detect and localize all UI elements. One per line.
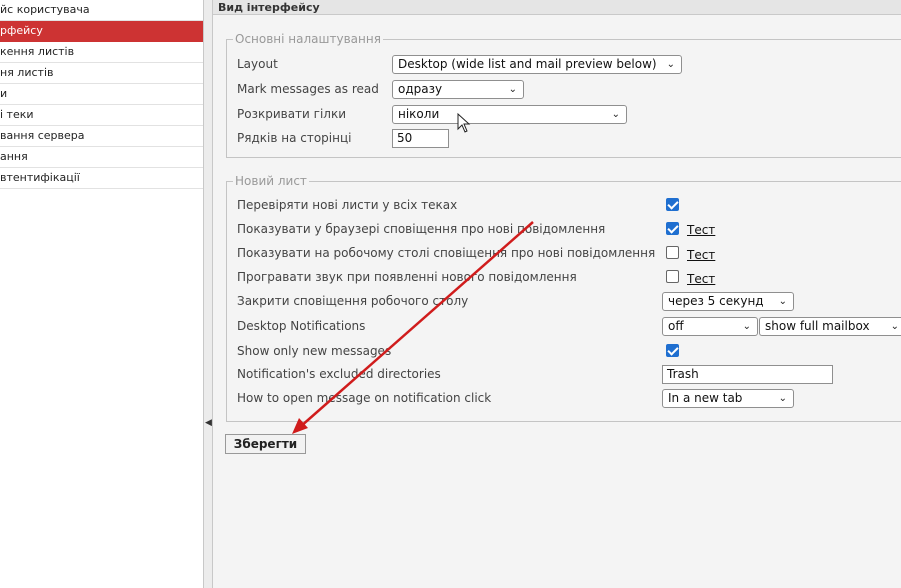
panel-splitter[interactable]: ◀ [204,0,213,588]
sidebar-item-interface[interactable]: рфейсу [0,21,203,42]
check-all-folders-checkbox[interactable] [666,198,679,211]
show-only-new-label: Show only new messages [237,344,392,358]
close-notify-label: Закрити сповіщення робочого столу [237,294,469,308]
open-on-click-label: How to open message on notification clic… [237,391,492,405]
sidebar-item-label: втентифікації [0,171,80,184]
desktop-notify-checkbox[interactable] [666,246,679,259]
sidebar-item-message-view[interactable]: кення листів [0,42,203,63]
desktop-notify-label: Показувати на робочому столі сповіщення … [237,246,656,260]
mark-read-select-value: одразу [398,82,443,96]
chevron-down-icon: ⌄ [778,296,787,307]
sidebar-item-label: ня листів [0,66,54,79]
save-button[interactable]: Зберегти [225,434,306,454]
chevron-down-icon: ⌄ [742,321,751,332]
sidebar-item-label: кення листів [0,45,75,58]
check-all-folders-label: Перевіряти нові листи у всіх теках [237,198,458,212]
open-on-click-select[interactable]: In a new tab ⌄ [662,389,794,408]
desktop-notifications-mode-select[interactable]: show full mailbox ⌄ [759,317,901,336]
mark-read-select[interactable]: одразу ⌄ [392,80,524,99]
sidebar-item-label: йс користувача [0,3,90,16]
chevron-down-icon: ⌄ [890,321,899,332]
excluded-dirs-label: Notification's excluded directories [237,367,441,381]
browser-notify-checkbox[interactable] [666,222,679,235]
sidebar-item-label: и [0,87,8,100]
chevron-down-icon: ⌄ [666,59,675,70]
show-only-new-checkbox[interactable] [666,344,679,357]
close-notify-select-value: через 5 секунд [668,294,764,308]
sidebar-item-label: ання [0,150,28,163]
close-notify-select[interactable]: через 5 секунд ⌄ [662,292,794,311]
sidebar-item-compose[interactable]: ня листів [0,63,203,84]
expand-threads-label: Розкривати гілки [237,107,347,121]
sidebar-item-label: вання сервера [0,129,85,142]
layout-select-value: Desktop (wide list and mail preview belo… [398,57,657,71]
preferences-frame: Вид інтерфейсу Основні налаштування Layo… [213,0,901,588]
desktop-notifications-select-value: off [668,319,684,333]
sound-label: Програвати звук при появленні нового пов… [237,270,577,284]
page-title: Вид інтерфейсу [213,0,901,15]
new-mail-legend: Новий лист [235,174,307,188]
open-on-click-select-value: In a new tab [668,391,743,405]
expand-threads-select[interactable]: ніколи ⌄ [392,105,627,124]
sound-test-link[interactable]: Тест [687,272,715,286]
sidebar-item-user-identity[interactable]: йс користувача [0,0,203,21]
browser-notify-test-link[interactable]: Тест [687,223,715,237]
chevron-down-icon: ⌄ [611,109,620,120]
settings-sidebar: йс користувача рфейсу кення листів ня ли… [0,0,204,588]
sidebar-item-label: рфейсу [0,24,43,37]
mark-read-label: Mark messages as read [237,82,379,96]
sidebar-item-contacts[interactable]: и [0,84,203,105]
sidebar-item-encryption[interactable]: ання [0,147,203,168]
chevron-down-icon: ⌄ [508,84,517,95]
splitter-grip-icon: ◀ [205,418,212,428]
desktop-notifications-mode-value: show full mailbox [765,319,870,333]
sound-checkbox[interactable] [666,270,679,283]
desktop-notifications-select[interactable]: off ⌄ [662,317,758,336]
layout-select[interactable]: Desktop (wide list and mail preview belo… [392,55,682,74]
excluded-dirs-input[interactable]: Trash [662,365,833,384]
sidebar-item-authentication[interactable]: втентифікації [0,168,203,189]
expand-threads-select-value: ніколи [398,107,440,121]
desktop-notifications-label: Desktop Notifications [237,319,366,333]
rows-per-page-input[interactable]: 50 [392,129,449,148]
main-settings-legend: Основні налаштування [235,32,381,46]
chevron-down-icon: ⌄ [778,393,787,404]
desktop-notify-test-link[interactable]: Тест [687,248,715,262]
rows-per-page-label: Рядків на сторінці [237,131,352,145]
layout-label: Layout [237,57,278,71]
sidebar-item-label: і теки [0,108,34,121]
sidebar-item-server-settings[interactable]: вання сервера [0,126,203,147]
browser-notify-label: Показувати у браузері сповіщення про нов… [237,222,606,236]
sidebar-item-special-folders[interactable]: і теки [0,105,203,126]
